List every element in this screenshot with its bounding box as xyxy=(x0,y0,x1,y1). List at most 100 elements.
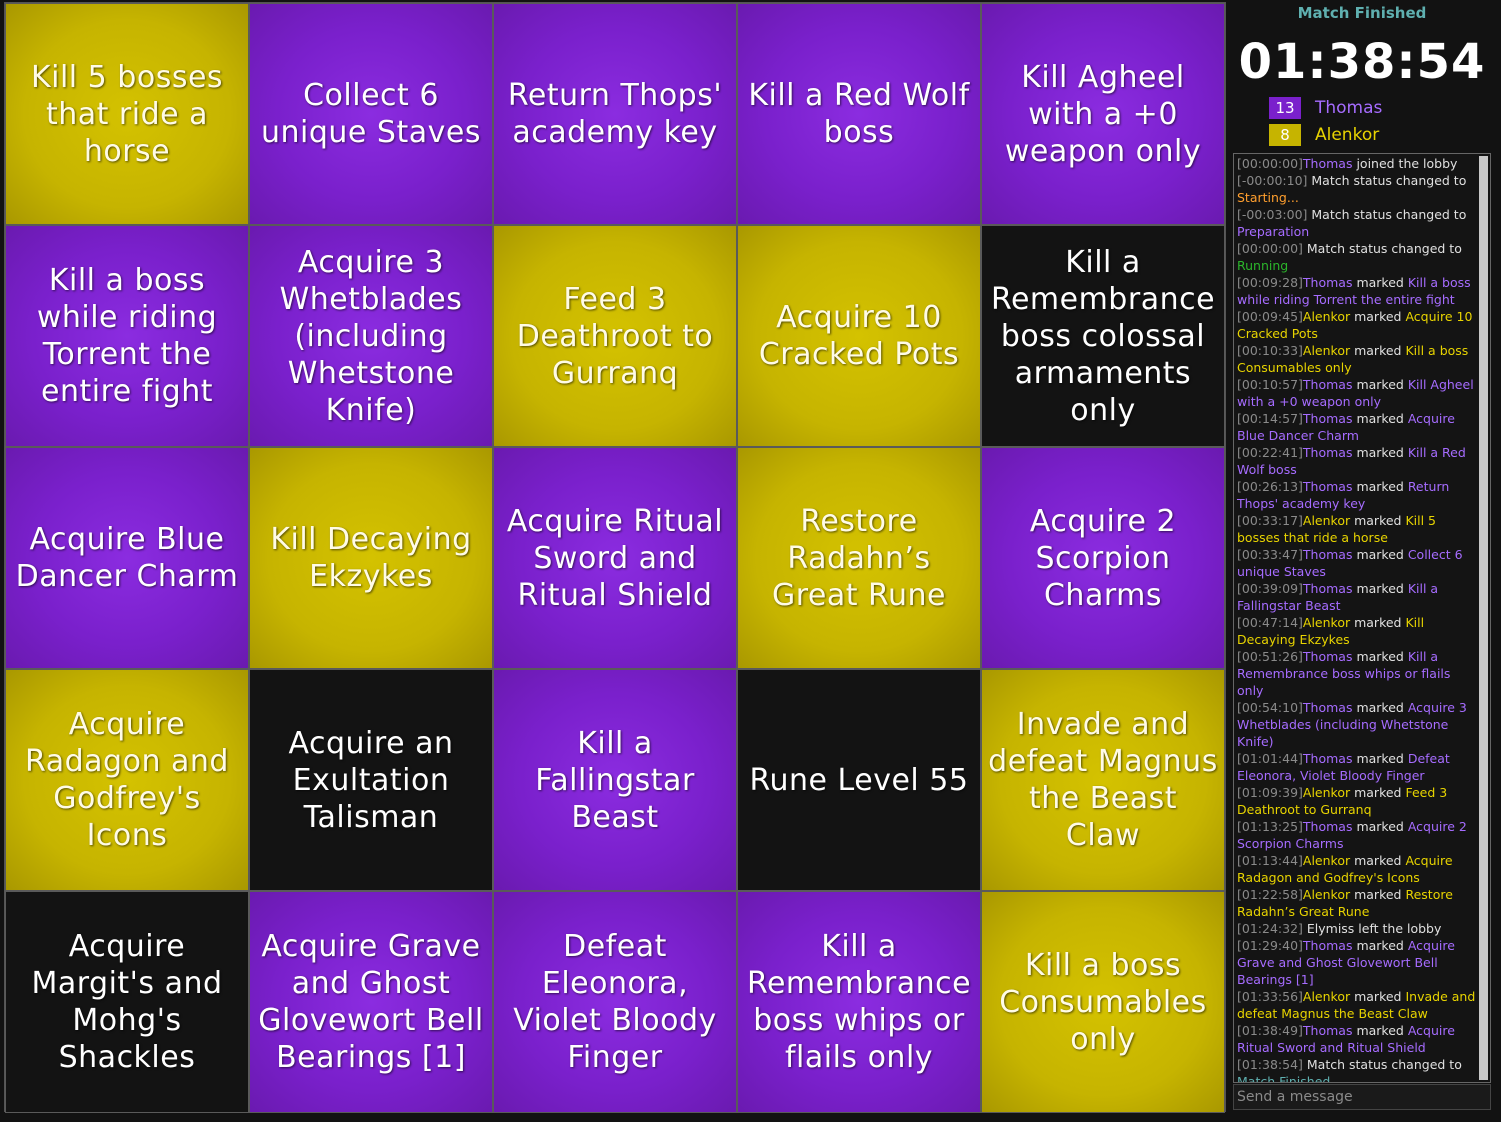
score-badge: 8 xyxy=(1269,124,1301,146)
log-text: Alenkor xyxy=(1302,887,1351,902)
log-text: Thomas xyxy=(1302,1023,1353,1038)
log-text: Thomas xyxy=(1302,445,1353,460)
log-text: Alenkor xyxy=(1302,343,1351,358)
log-entry: [01:24:32] Elymiss left the lobby xyxy=(1237,920,1476,937)
log-text: Alenkor xyxy=(1302,615,1351,630)
log-text: marked xyxy=(1350,343,1406,358)
bingo-cell[interactable]: Collect 6 unique Staves xyxy=(249,3,493,225)
log-text: Match Finished xyxy=(1237,1074,1331,1083)
log-text: marked xyxy=(1350,785,1406,800)
bingo-cell[interactable]: Acquire 10 Cracked Pots xyxy=(737,225,981,447)
bingo-cell[interactable]: Kill a Remembrance boss colossal armamen… xyxy=(981,225,1225,447)
log-text: marked xyxy=(1352,649,1408,664)
log-text: Match status changed to xyxy=(1302,241,1462,256)
log-text: marked xyxy=(1352,411,1408,426)
log-entry: [01:13:25]Thomas marked Acquire 2 Scorpi… xyxy=(1237,818,1476,852)
log-text: marked xyxy=(1352,275,1408,290)
log-text: marked xyxy=(1352,547,1408,562)
log-timestamp: [01:24:32] xyxy=(1237,921,1303,936)
log-entry: [01:29:40]Thomas marked Acquire Grave an… xyxy=(1237,937,1476,988)
log-text: Thomas xyxy=(1302,751,1353,766)
bingo-cell[interactable]: Kill Agheel with a +0 weapon only xyxy=(981,3,1225,225)
log-text: joined the lobby xyxy=(1352,156,1458,171)
bingo-cell[interactable]: Acquire Grave and Ghost Glovewort Bell B… xyxy=(249,891,493,1113)
log-entry: [00:26:13]Thomas marked Return Thops' ac… xyxy=(1237,478,1476,512)
log-entry: [00:10:57]Thomas marked Kill Agheel with… xyxy=(1237,376,1476,410)
bingo-cell[interactable]: Acquire Ritual Sword and Ritual Shield xyxy=(493,447,737,669)
log-entry: [00:51:26]Thomas marked Kill a Remembran… xyxy=(1237,648,1476,699)
log-text: Match status changed to xyxy=(1302,1057,1462,1072)
log-text: Thomas xyxy=(1302,411,1353,426)
log-timestamp: [00:10:57] xyxy=(1237,377,1303,392)
bingo-cell[interactable]: Kill a boss Consumables only xyxy=(981,891,1225,1113)
log-text: marked xyxy=(1352,819,1408,834)
bingo-cell[interactable]: Acquire Margit's and Mohg's Shackles xyxy=(5,891,249,1113)
bingo-cell[interactable]: Defeat Eleonora, Violet Bloody Finger xyxy=(493,891,737,1113)
log-entry: [00:47:14]Alenkor marked Kill Decaying E… xyxy=(1237,614,1476,648)
bingo-board: Kill 5 bosses that ride a horse Collect 6… xyxy=(4,2,1226,1113)
player-score-thomas: 13 Thomas xyxy=(1269,96,1382,120)
log-text: Thomas xyxy=(1302,649,1353,664)
bingo-cell[interactable]: Acquire 2 Scorpion Charms xyxy=(981,447,1225,669)
log-timestamp: [01:33:56] xyxy=(1237,989,1303,1004)
log-timestamp: [00:22:41] xyxy=(1237,445,1303,460)
log-entry: [00:00:00]Thomas joined the lobby xyxy=(1237,155,1476,172)
log-text: marked xyxy=(1350,513,1406,528)
log-text: Running xyxy=(1237,258,1289,273)
bingo-cell[interactable]: Feed 3 Deathroot to Gurranq xyxy=(493,225,737,447)
log-timestamp: [00:47:14] xyxy=(1237,615,1303,630)
bingo-cell[interactable]: Kill a Fallingstar Beast xyxy=(493,669,737,891)
log-timestamp: [00:33:17] xyxy=(1237,513,1303,528)
bingo-cell[interactable]: Acquire 3 Whetblades (including Whetston… xyxy=(249,225,493,447)
bingo-cell[interactable]: Kill a boss while riding Torrent the ent… xyxy=(5,225,249,447)
log-text: Match status changed to xyxy=(1307,207,1467,222)
bingo-cell[interactable]: Kill 5 bosses that ride a horse xyxy=(5,3,249,225)
chat-log-scrollbar[interactable] xyxy=(1479,156,1488,1080)
log-timestamp: [00:09:28] xyxy=(1237,275,1303,290)
log-text: marked xyxy=(1352,700,1408,715)
bingo-cell[interactable]: Kill a Remembrance boss whips or flails … xyxy=(737,891,981,1113)
log-text: marked xyxy=(1350,615,1406,630)
log-text: Thomas xyxy=(1302,156,1353,171)
log-text: Thomas xyxy=(1302,547,1353,562)
bingo-cell[interactable]: Acquire Radagon and Godfrey's Icons xyxy=(5,669,249,891)
log-timestamp: [00:00:00] xyxy=(1237,156,1303,171)
log-entry: [01:33:56]Alenkor marked Invade and defe… xyxy=(1237,988,1476,1022)
bingo-cell[interactable]: Acquire Blue Dancer Charm xyxy=(5,447,249,669)
bingo-cell[interactable]: Kill Decaying Ekzykes xyxy=(249,447,493,669)
log-text: Thomas xyxy=(1302,819,1353,834)
log-entry: [01:13:44]Alenkor marked Acquire Radagon… xyxy=(1237,852,1476,886)
log-entry: [00:00:00] Match status changed to Runni… xyxy=(1237,240,1476,274)
player-score-alenkor: 8 Alenkor xyxy=(1269,123,1379,147)
player-name: Thomas xyxy=(1315,98,1383,118)
match-status: Match Finished xyxy=(1297,4,1427,22)
log-timestamp: [01:38:49] xyxy=(1237,1023,1303,1038)
log-text: marked xyxy=(1350,309,1406,324)
bingo-cell[interactable]: Acquire an Exultation Talisman xyxy=(249,669,493,891)
log-entry: [01:22:58]Alenkor marked Restore Radahn’… xyxy=(1237,886,1476,920)
log-text: marked xyxy=(1350,989,1406,1004)
log-timestamp: [00:39:09] xyxy=(1237,581,1303,596)
log-timestamp: [00:33:47] xyxy=(1237,547,1303,562)
log-timestamp: [01:29:40] xyxy=(1237,938,1303,953)
message-input[interactable] xyxy=(1233,1084,1491,1110)
log-entry: [01:09:39]Alenkor marked Feed 3 Deathroo… xyxy=(1237,784,1476,818)
bingo-cell[interactable]: Restore Radahn’s Great Rune xyxy=(737,447,981,669)
log-text: marked xyxy=(1352,938,1408,953)
chat-log: [00:00:00]Thomas joined the lobby [-00:00… xyxy=(1233,153,1491,1083)
log-text: marked xyxy=(1352,479,1408,494)
log-entry: [-00:00:10] Match status changed to Star… xyxy=(1237,172,1476,206)
log-entry: [00:09:28]Thomas marked Kill a boss whil… xyxy=(1237,274,1476,308)
log-timestamp: [01:13:44] xyxy=(1237,853,1303,868)
bingo-cell[interactable]: Kill a Red Wolf boss xyxy=(737,3,981,225)
match-timer: 01:38:54 xyxy=(1238,34,1486,90)
log-text: Alenkor xyxy=(1302,309,1351,324)
log-entry: [00:33:17]Alenkor marked Kill 5 bosses t… xyxy=(1237,512,1476,546)
bingo-cell[interactable]: Invade and defeat Magnus the Beast Claw xyxy=(981,669,1225,891)
bingo-cell[interactable]: Return Thops' academy key xyxy=(493,3,737,225)
log-timestamp: [00:14:57] xyxy=(1237,411,1303,426)
log-text: Preparation xyxy=(1237,224,1310,239)
scrollbar-thumb[interactable] xyxy=(1479,156,1488,1080)
log-text: marked xyxy=(1352,751,1408,766)
bingo-cell[interactable]: Rune Level 55 xyxy=(737,669,981,891)
